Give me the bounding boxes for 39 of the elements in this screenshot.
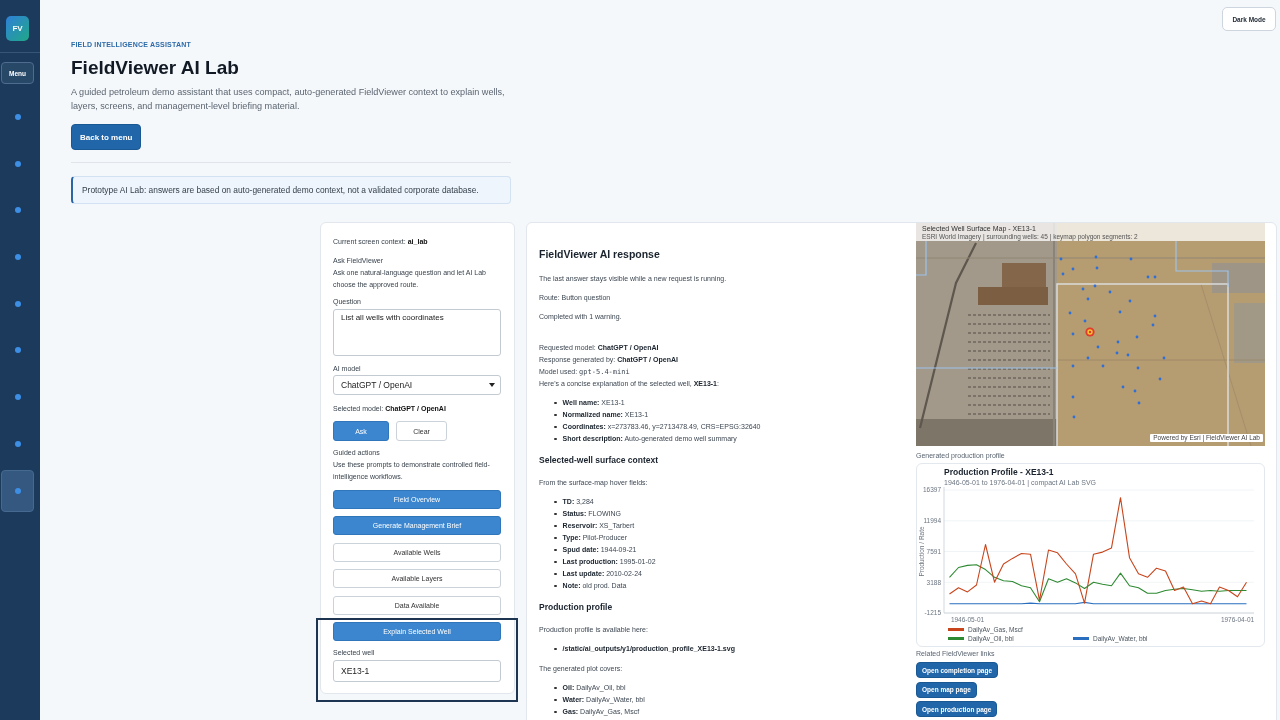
bullet-icon	[554, 710, 557, 714]
dot-icon	[14, 347, 21, 354]
bullet-icon	[554, 437, 557, 441]
back-button[interactable]: Back to menu	[71, 124, 142, 150]
notice-banner: Prototype AI Lab: answers are based on auto-generated demo context, not a validated corporate database.	[71, 176, 511, 204]
well-field[interactable]: XE13-1	[333, 659, 501, 682]
page-title: FieldViewer AI Lab	[71, 56, 240, 80]
bullet-icon	[554, 584, 557, 588]
question-field[interactable]: List all wells with coordinates	[333, 309, 501, 356]
response-title: FieldViewer AI response	[539, 247, 661, 262]
bullet-icon	[554, 686, 557, 690]
page-description: A guided petroleum demo assistant that uses compact, auto-generated FieldViewer context to explain wells, layers, screens, and management-level briefing material.	[71, 86, 506, 113]
bullet-icon	[554, 524, 557, 528]
dot-icon	[14, 394, 21, 401]
bullet-icon	[554, 560, 557, 564]
bullet-icon	[554, 401, 557, 405]
dot-icon	[14, 487, 21, 494]
bullet-icon	[554, 548, 557, 552]
bullet-icon	[554, 425, 557, 429]
caret-icon	[489, 383, 495, 387]
bullet-icon	[554, 572, 557, 576]
bullet-icon	[554, 413, 557, 417]
bullet-icon	[554, 647, 557, 651]
bullet-icon	[554, 536, 557, 540]
dot-icon	[14, 254, 21, 261]
dot-icon	[14, 207, 21, 214]
dot-icon	[14, 114, 21, 120]
bullet-icon	[554, 512, 557, 516]
chart-title: Production Profile - XE13-1	[944, 467, 1055, 478]
section-heading: Selected-well surface context	[539, 454, 660, 466]
dot-icon	[14, 440, 21, 447]
bullet-icon	[554, 500, 557, 504]
dot-icon	[14, 300, 21, 307]
nav-item[interactable]	[1, 469, 34, 512]
app-logo: FV	[6, 16, 29, 41]
section-heading: Production profile	[539, 601, 614, 613]
dot-icon	[14, 160, 21, 167]
bullet-icon	[554, 698, 557, 702]
model-select[interactable]: ChatGPT / OpenAI	[333, 375, 501, 395]
